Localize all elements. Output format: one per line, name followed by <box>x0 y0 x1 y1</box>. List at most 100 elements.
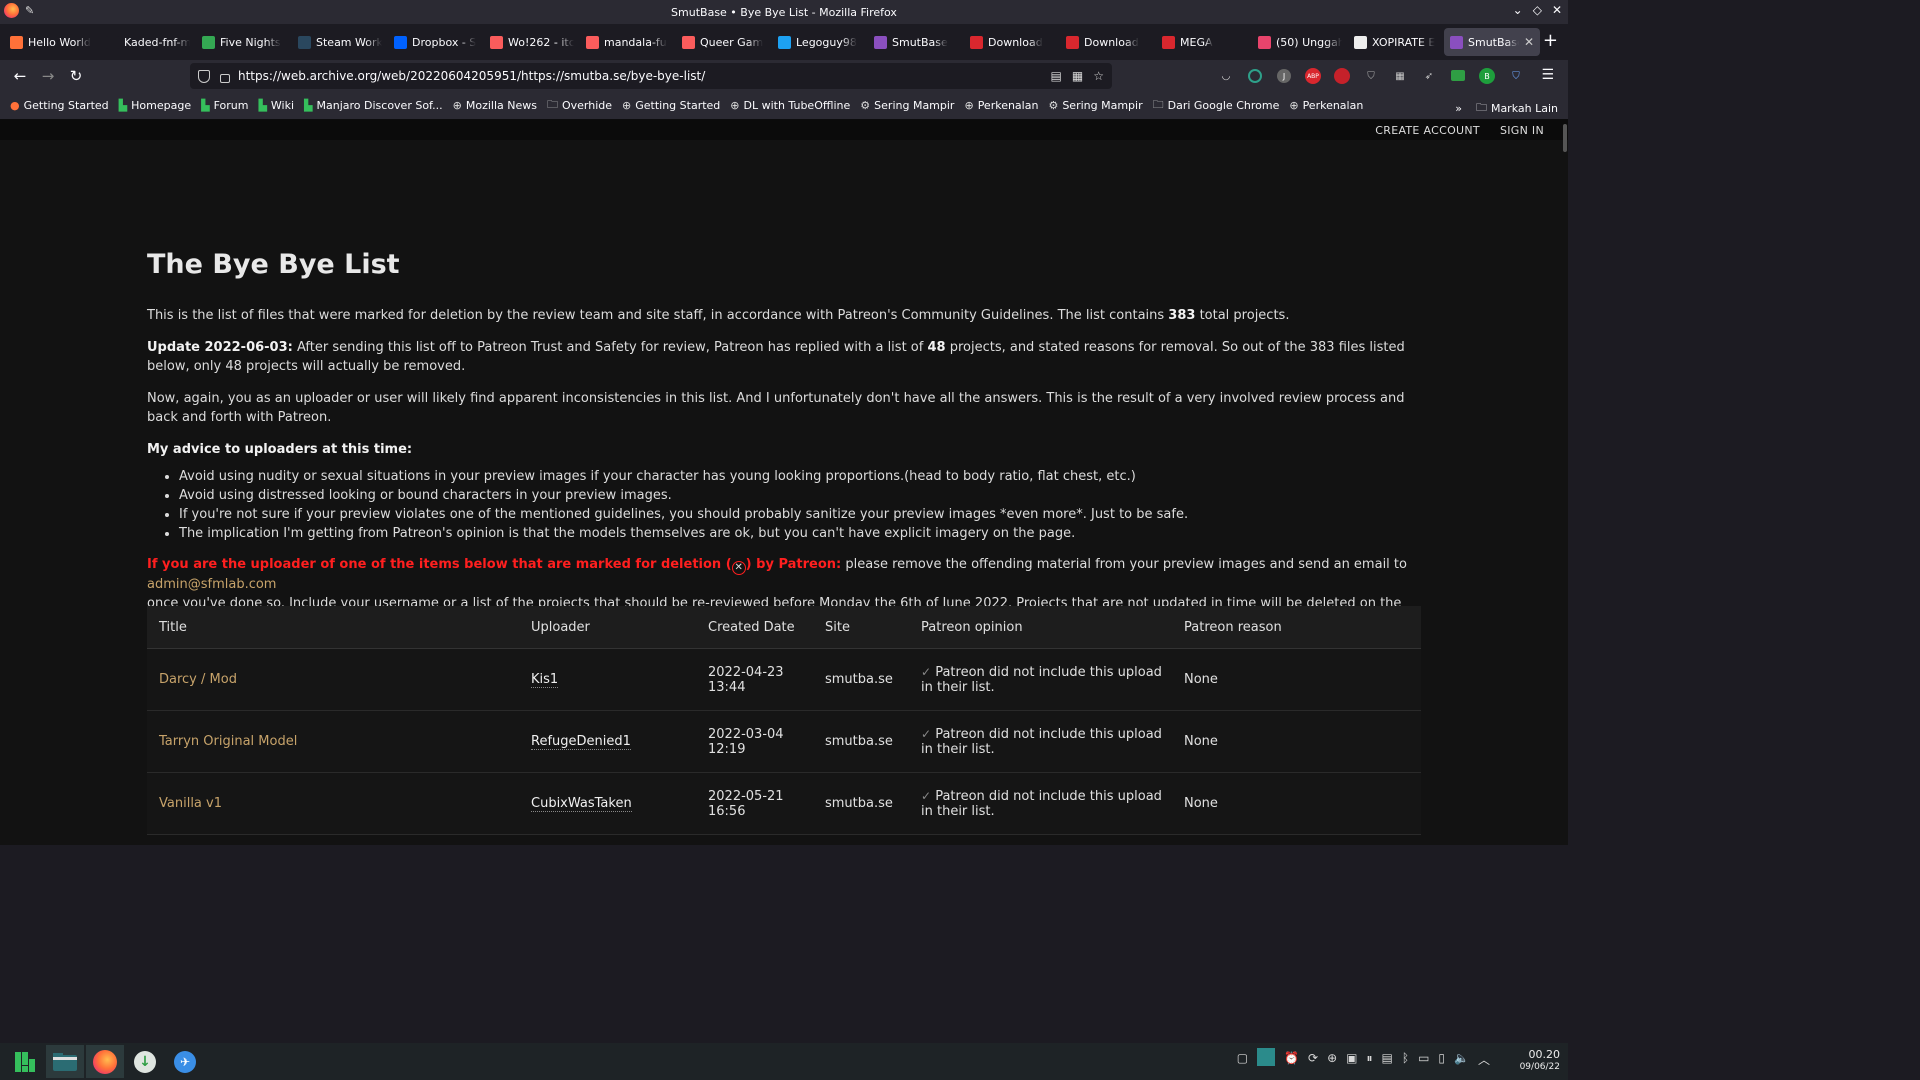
bookmark-item[interactable]: ⊕ Getting Started <box>622 99 720 112</box>
scrollbar-thumb[interactable] <box>1563 124 1567 152</box>
bookmark-item[interactable]: 🗀 Overhide <box>547 96 612 115</box>
extension-j-icon[interactable]: J <box>1277 69 1291 83</box>
project-title-link[interactable]: Tarryn Original Model <box>159 734 297 749</box>
notification-icon[interactable]: ⏰ <box>1284 1051 1299 1068</box>
clipboard-icon[interactable]: ▤ <box>1382 1051 1393 1068</box>
bookmark-item[interactable]: ▙ Manjaro Discover Sof... <box>304 99 443 112</box>
column-header-created-date[interactable]: Created Date <box>708 620 825 635</box>
uploader-link[interactable]: Kis1 <box>531 672 559 688</box>
qr-code-icon[interactable]: ▦ <box>1072 69 1083 83</box>
maximize-icon[interactable]: ◇ <box>1533 3 1542 17</box>
tab[interactable]: SmutBase ✕ <box>1444 28 1540 56</box>
uploader-link[interactable]: RefugeDenied1 <box>531 734 631 750</box>
tab[interactable]: MEGA <box>1156 28 1252 56</box>
download-manager-icon[interactable]: ↓ <box>126 1045 164 1078</box>
column-header-site[interactable]: Site <box>825 620 921 635</box>
file-manager-icon[interactable] <box>46 1045 84 1078</box>
bookmark-item[interactable]: ▙ Forum <box>201 99 248 112</box>
pin-icon[interactable]: ✎ <box>25 4 34 17</box>
tab[interactable]: Download <box>1060 28 1156 56</box>
tab[interactable]: mandala-fu <box>580 28 676 56</box>
project-title-link[interactable]: Darcy / Mod <box>159 672 237 687</box>
extension-green-icon[interactable] <box>1451 70 1465 81</box>
tab[interactable]: (50) Unggah <box>1252 28 1348 56</box>
bookmark-other-folder[interactable]: 🗀 Markah Lain <box>1476 99 1558 118</box>
extension-b-icon[interactable]: B <box>1479 68 1495 84</box>
menu-hamburger-icon[interactable]: ☰ <box>1541 67 1554 83</box>
pinwheel-icon <box>1258 35 1271 49</box>
back-icon[interactable]: ← <box>6 67 34 85</box>
extension-grid-icon[interactable]: ▦ <box>1390 66 1410 86</box>
battery-icon[interactable]: ▯ <box>1438 1051 1445 1068</box>
bookmark-item[interactable]: ⊕ Mozilla News <box>453 99 537 112</box>
pocket-icon[interactable]: ◡ <box>1216 66 1236 86</box>
tab[interactable]: Steam Work <box>292 28 388 56</box>
bookmark-item[interactable]: ▙ Wiki <box>258 99 294 112</box>
bookmark-item[interactable]: ● Getting Started <box>10 99 109 112</box>
firefox-logo-icon <box>4 3 19 18</box>
tab[interactable]: Queer Gam <box>676 28 772 56</box>
project-title-link[interactable]: Vanilla v1 <box>159 796 222 811</box>
extension-badge-icon[interactable]: ⛉ <box>1506 66 1526 86</box>
chevron-more-icon[interactable]: » <box>1455 102 1462 115</box>
bluetooth-icon[interactable]: ᛒ <box>1402 1051 1409 1068</box>
column-header-patreon-reason[interactable]: Patreon reason <box>1184 620 1384 635</box>
bookmark-item[interactable]: ⊕ Perkenalan <box>964 99 1038 112</box>
extension-rocket-icon[interactable]: ➶ <box>1419 66 1439 86</box>
volume-icon[interactable]: 🔈 <box>1454 1051 1469 1068</box>
adblock-plus-icon[interactable]: ABP <box>1305 68 1321 84</box>
url-text[interactable]: https://web.archive.org/web/202206042059… <box>238 69 705 83</box>
uploader-link[interactable]: CubixWasTaken <box>531 796 632 812</box>
extension-shield-icon[interactable]: ⛉ <box>1361 66 1381 86</box>
pause-icon[interactable]: ⏸ <box>1367 1051 1373 1068</box>
new-tab-button[interactable]: + <box>1543 30 1558 51</box>
tab[interactable]: Hello World <box>4 28 100 56</box>
bookmark-item[interactable]: ⚙ Sering Mampir <box>860 99 954 112</box>
create-account-link[interactable]: CREATE ACCOUNT <box>1375 124 1480 137</box>
forward-icon[interactable]: → <box>34 67 62 85</box>
bookmark-item[interactable]: ⊕ DL with TubeOffline <box>730 99 850 112</box>
navigation-toolbar: ← → ↻ https://web.archive.org/web/202206… <box>0 60 1568 92</box>
close-tab-icon[interactable]: ✕ <box>1524 35 1534 49</box>
tab[interactable]: Dropbox - S <box>388 28 484 56</box>
window-icon[interactable]: ▢ <box>1237 1051 1248 1068</box>
bookmark-item[interactable]: ⊕ Perkenalan <box>1289 99 1363 112</box>
minimize-icon[interactable]: ⌄ <box>1513 3 1523 17</box>
tab[interactable]: Kaded-fnf-m <box>100 28 196 56</box>
reader-view-icon[interactable]: ▤ <box>1051 69 1062 83</box>
extension-circle-icon[interactable] <box>1248 69 1262 83</box>
bookmark-star-icon[interactable]: ☆ <box>1093 69 1104 83</box>
reload-icon[interactable]: ↻ <box>62 67 90 85</box>
tab[interactable]: XOPIRATE E <box>1348 28 1444 56</box>
tracking-shield-icon[interactable] <box>198 69 210 83</box>
lock-icon[interactable] <box>220 73 230 83</box>
bookmark-item[interactable]: 🗀 Dari Google Chrome <box>1153 96 1280 115</box>
extension-red-icon[interactable] <box>1334 68 1350 84</box>
app-blue-icon[interactable]: ✈ <box>166 1045 204 1078</box>
tab[interactable]: SmutBase <box>868 28 964 56</box>
upload-icon[interactable]: ⊕ <box>1327 1051 1337 1068</box>
email-link[interactable]: admin@sfmlab.com <box>147 577 276 592</box>
manjaro-menu-icon[interactable] <box>6 1045 44 1078</box>
display-icon[interactable]: ▣ <box>1346 1051 1357 1068</box>
close-window-icon[interactable]: ✕ <box>1552 3 1562 17</box>
url-bar[interactable]: https://web.archive.org/web/202206042059… <box>190 63 1112 89</box>
update-icon[interactable]: ⟳ <box>1308 1051 1318 1068</box>
tray-expand-icon[interactable]: ︿ <box>1478 1051 1490 1068</box>
tab[interactable]: Legoguy98 <box>772 28 868 56</box>
sign-in-link[interactable]: SIGN IN <box>1500 124 1544 137</box>
bookmark-item[interactable]: ▙ Homepage <box>119 99 191 112</box>
tab[interactable]: Five Nights <box>196 28 292 56</box>
tab[interactable]: Download <box>964 28 1060 56</box>
column-header-uploader[interactable]: Uploader <box>531 620 708 635</box>
created-date-cell: 2022-04-23 13:44 <box>708 664 784 695</box>
column-header-patreon-opinion[interactable]: Patreon opinion <box>921 620 1184 635</box>
clock[interactable]: 00.20 09/06/22 <box>1520 1048 1560 1074</box>
network-icon[interactable]: ▭ <box>1418 1051 1429 1068</box>
bookmark-item[interactable]: ⚙ Sering Mampir <box>1048 99 1142 112</box>
column-header-title[interactable]: Title <box>147 620 531 635</box>
desktop-pager-icon[interactable] <box>1257 1048 1276 1066</box>
manjaro-icon: ▙ <box>201 99 210 112</box>
tab[interactable]: Wo!262 - itc <box>484 28 580 56</box>
firefox-taskbar-icon[interactable] <box>86 1045 124 1078</box>
